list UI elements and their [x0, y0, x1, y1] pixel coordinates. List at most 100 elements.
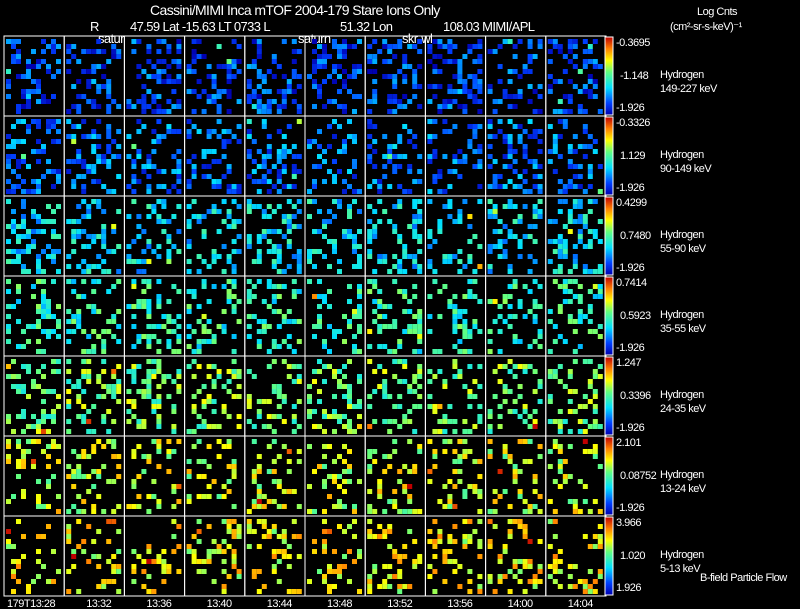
pixel-cell	[176, 369, 182, 374]
pixel-cell	[387, 59, 393, 64]
pixel-cell	[462, 419, 468, 424]
pixel-cell	[552, 134, 558, 139]
pixel-cell	[382, 174, 388, 179]
pixel-cell	[452, 364, 458, 369]
pixel-cell	[226, 379, 232, 384]
pixel-cell	[347, 449, 352, 454]
pixel-cell	[31, 384, 36, 389]
pixel-cell	[587, 134, 593, 139]
pixel-cell	[392, 94, 398, 99]
pixel-cell	[246, 79, 252, 84]
pixel-cell	[6, 69, 11, 74]
pixel-cell	[317, 209, 322, 214]
pixel-cell	[26, 124, 31, 129]
pixel-cell	[256, 249, 262, 254]
pixel-cell	[276, 64, 282, 69]
pixel-cell	[116, 569, 122, 574]
pixel-cell	[557, 199, 563, 204]
pixel-cell	[312, 199, 317, 204]
pixel-cell	[171, 534, 177, 539]
pixel-cell	[201, 229, 207, 234]
pixel-cell	[191, 329, 197, 334]
pixel-cell	[407, 409, 413, 414]
pixel-cell	[447, 129, 453, 134]
pixel-cell	[382, 419, 388, 424]
pixel-cell	[36, 189, 41, 194]
pixel-cell	[126, 409, 132, 414]
pixel-cell	[517, 139, 523, 144]
pixel-cell	[387, 304, 393, 309]
pixel-cell	[186, 429, 192, 434]
pixel-cell	[151, 559, 157, 564]
pixel-cell	[111, 49, 117, 54]
pixel-cell	[256, 204, 262, 209]
pixel-cell	[357, 414, 362, 419]
pixel-cell	[537, 334, 543, 339]
pixel-cell	[96, 439, 102, 444]
pixel-cell	[537, 189, 543, 194]
pixel-cell	[537, 304, 543, 309]
pixel-cell	[427, 439, 433, 444]
pixel-cell	[16, 344, 21, 349]
pixel-cell	[572, 84, 578, 89]
pixel-cell	[412, 464, 418, 469]
pixel-cell	[537, 174, 543, 179]
pixel-cell	[166, 99, 172, 104]
pixel-cell	[96, 394, 102, 399]
pixel-cell	[507, 534, 513, 539]
pixel-cell	[322, 294, 327, 299]
pixel-cell	[36, 179, 41, 184]
pixel-cell	[186, 204, 192, 209]
pixel-cell	[597, 219, 603, 224]
pixel-cell	[557, 249, 563, 254]
pixel-cell	[221, 244, 227, 249]
pixel-cell	[572, 389, 578, 394]
pixel-cell	[432, 119, 438, 124]
pixel-cell	[517, 174, 523, 179]
pixel-cell	[457, 159, 463, 164]
pixel-cell	[357, 259, 362, 264]
pixel-cell	[402, 74, 408, 79]
pixel-cell	[327, 219, 332, 224]
pixel-cell	[397, 584, 403, 589]
pixel-cell	[507, 284, 513, 289]
pixel-cell	[276, 169, 282, 174]
pixel-cell	[21, 119, 26, 124]
pixel-cell	[131, 549, 137, 554]
pixel-cell	[146, 389, 152, 394]
pixel-cell	[91, 199, 97, 204]
pixel-cell	[352, 504, 357, 509]
pixel-cell	[427, 529, 433, 534]
pixel-cell	[417, 319, 423, 324]
x-tick-label: 13:32	[86, 598, 112, 609]
pixel-cell	[281, 164, 287, 169]
pixel-cell	[492, 299, 498, 304]
pixel-cell	[216, 159, 222, 164]
pixel-cell	[131, 189, 137, 194]
pixel-cell	[417, 179, 423, 184]
pixel-cell	[91, 239, 97, 244]
pixel-cell	[226, 59, 232, 64]
pixel-cell	[507, 304, 513, 309]
pixel-cell	[547, 519, 553, 524]
pixel-cell	[487, 519, 493, 524]
pixel-cell	[492, 184, 498, 189]
pixel-cell	[161, 134, 167, 139]
pixel-cell	[266, 104, 272, 109]
pixel-cell	[21, 139, 26, 144]
pixel-cell	[156, 169, 162, 174]
pixel-cell	[447, 534, 453, 539]
pixel-cell	[176, 204, 182, 209]
pixel-cell	[201, 494, 207, 499]
pixel-cell	[442, 419, 448, 424]
pixel-cell	[276, 309, 282, 314]
pixel-cell	[286, 244, 292, 249]
pixel-cell	[372, 54, 378, 59]
pixel-cell	[332, 199, 337, 204]
pixel-cell	[592, 419, 598, 424]
pixel-cell	[46, 414, 51, 419]
pixel-cell	[96, 144, 102, 149]
pixel-cell	[312, 369, 317, 374]
pixel-cell	[201, 384, 207, 389]
pixel-cell	[372, 449, 378, 454]
